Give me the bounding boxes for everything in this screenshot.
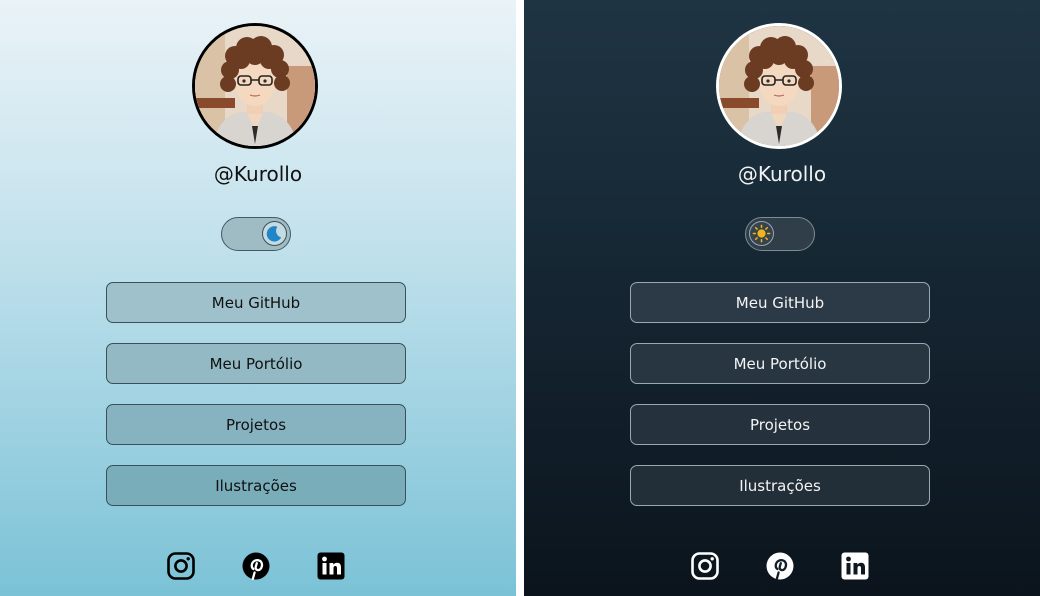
illustrations-button[interactable]: Ilustrações: [106, 465, 406, 506]
projects-button[interactable]: Projetos: [630, 404, 930, 445]
avatar: [192, 23, 318, 149]
theme-toggle[interactable]: [221, 217, 291, 251]
dark-theme-panel: @Kurollo Meu GitHub Meu Portólio Projeto…: [524, 0, 1040, 596]
sun-icon: [749, 221, 774, 246]
light-theme-panel: @Kurollo Meu GitHub Meu Portólio Projeto…: [0, 0, 516, 596]
theme-toggle[interactable]: [745, 217, 815, 251]
github-button[interactable]: Meu GitHub: [106, 282, 406, 323]
avatar: [716, 23, 842, 149]
projects-button[interactable]: Projetos: [106, 404, 406, 445]
illustrations-button[interactable]: Ilustrações: [630, 465, 930, 506]
username: @Kurollo: [213, 162, 303, 186]
pinterest-icon[interactable]: [765, 551, 795, 581]
instagram-icon[interactable]: [690, 551, 720, 581]
instagram-icon[interactable]: [166, 551, 196, 581]
username: @Kurollo: [737, 162, 827, 186]
pinterest-icon[interactable]: [241, 551, 271, 581]
portfolio-button[interactable]: Meu Portólio: [630, 343, 930, 384]
github-button[interactable]: Meu GitHub: [630, 282, 930, 323]
linkedin-icon[interactable]: [840, 551, 870, 581]
portfolio-button[interactable]: Meu Portólio: [106, 343, 406, 384]
linkedin-icon[interactable]: [316, 551, 346, 581]
moon-icon: [262, 221, 287, 246]
